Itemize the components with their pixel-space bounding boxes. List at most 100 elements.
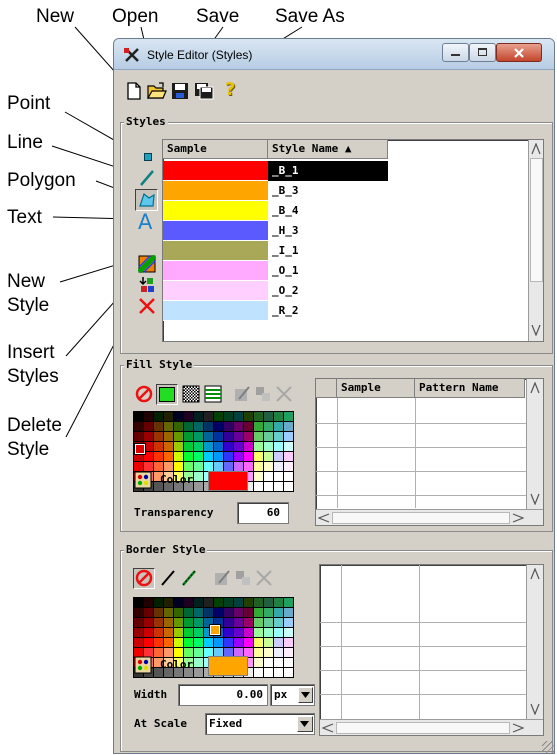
palette-color-cell[interactable] xyxy=(174,598,183,607)
line-style-icon[interactable] xyxy=(180,569,198,587)
line-icon[interactable] xyxy=(138,169,156,187)
fill-color-swatch[interactable] xyxy=(208,471,248,491)
palette-color-cell[interactable] xyxy=(174,442,183,451)
border-hscroll-thumb[interactable] xyxy=(336,722,510,734)
palette-color-cell[interactable] xyxy=(204,598,213,607)
at-scale-dropdown-button[interactable] xyxy=(297,716,313,732)
palette-color-cell[interactable] xyxy=(164,412,173,421)
palette-color-cell[interactable] xyxy=(234,412,243,421)
palette-color-cell[interactable] xyxy=(284,668,293,677)
styles-list[interactable]: Sample Style Name ▲ _B_1 _B_3 _B_4 _H_3 _I_1… xyxy=(162,139,544,342)
palette-color-cell[interactable] xyxy=(204,432,213,441)
palette-color-cell[interactable] xyxy=(134,462,143,471)
palette-color-cell[interactable] xyxy=(264,618,273,627)
palette-color-cell[interactable] xyxy=(134,432,143,441)
palette-color-cell[interactable] xyxy=(264,598,273,607)
pattern-header-sample[interactable]: Sample xyxy=(337,379,415,398)
palette-color-cell[interactable] xyxy=(244,452,253,461)
palette-color-cell[interactable] xyxy=(264,608,273,617)
palette-color-cell[interactable] xyxy=(274,482,283,491)
style-row[interactable]: _O_2 xyxy=(163,281,528,301)
palette-color-cell[interactable] xyxy=(254,608,263,617)
palette-color-cell[interactable] xyxy=(254,648,263,657)
fill-delete-icon[interactable] xyxy=(275,385,293,403)
palette-color-cell[interactable] xyxy=(284,658,293,667)
palette-color-cell[interactable] xyxy=(194,598,203,607)
column-header-style-name[interactable]: Style Name ▲ xyxy=(268,140,388,159)
palette-color-cell[interactable] xyxy=(214,442,223,451)
width-input[interactable]: 0.00 xyxy=(178,684,268,706)
minimize-button[interactable] xyxy=(442,43,469,62)
palette-color-cell[interactable] xyxy=(244,422,253,431)
palette-color-cell[interactable] xyxy=(264,432,273,441)
palette-color-cell[interactable] xyxy=(134,628,143,637)
scroll-right-arrow-icon[interactable] xyxy=(512,513,524,523)
resize-grip[interactable] xyxy=(542,741,554,753)
palette-color-cell[interactable] xyxy=(224,412,233,421)
palette-color-cell[interactable] xyxy=(204,422,213,431)
palette-color-cell[interactable] xyxy=(274,442,283,451)
palette-color-cell[interactable] xyxy=(284,442,293,451)
palette-color-cell[interactable] xyxy=(134,412,143,421)
save-disk-icon[interactable] xyxy=(171,82,189,100)
palette-color-cell[interactable] xyxy=(194,422,203,431)
palette-color-cell[interactable] xyxy=(194,648,203,657)
scroll-up-arrow-icon[interactable] xyxy=(530,568,540,580)
palette-color-cell[interactable] xyxy=(184,442,193,451)
palette-color-cell[interactable] xyxy=(264,482,273,491)
palette-color-cell[interactable] xyxy=(164,598,173,607)
palette-color-cell[interactable] xyxy=(194,618,203,627)
palette-color-cell[interactable] xyxy=(194,452,203,461)
palette-color-cell[interactable] xyxy=(204,452,213,461)
scroll-down-arrow-icon[interactable] xyxy=(530,493,540,505)
scroll-down-arrow-icon[interactable] xyxy=(531,324,541,336)
palette-color-cell[interactable] xyxy=(244,638,253,647)
palette-color-cell[interactable] xyxy=(234,442,243,451)
palette-color-cell[interactable] xyxy=(194,638,203,647)
save-as-icon[interactable] xyxy=(194,82,214,100)
palette-color-cell[interactable] xyxy=(284,608,293,617)
palette-color-cell[interactable] xyxy=(214,422,223,431)
palette-color-cell[interactable] xyxy=(194,658,203,667)
palette-color-cell[interactable] xyxy=(154,452,163,461)
palette-color-cell[interactable] xyxy=(194,608,203,617)
palette-color-cell[interactable] xyxy=(284,472,293,481)
palette-color-cell[interactable] xyxy=(214,462,223,471)
palette-color-cell[interactable] xyxy=(214,598,223,607)
palette-color-cell[interactable] xyxy=(134,598,143,607)
style-row[interactable]: _I_1 xyxy=(163,241,528,261)
palette-color-cell[interactable] xyxy=(264,628,273,637)
palette-color-cell[interactable] xyxy=(204,638,213,647)
palette-color-cell[interactable] xyxy=(174,618,183,627)
palette-color-cell[interactable] xyxy=(234,628,243,637)
palette-color-cell[interactable] xyxy=(194,628,203,637)
palette-color-cell[interactable] xyxy=(144,412,153,421)
palette-color-cell[interactable] xyxy=(254,462,263,471)
pattern-header-name[interactable]: Pattern Name xyxy=(415,379,525,398)
style-row[interactable]: _R_2 xyxy=(163,301,528,321)
palette-color-cell[interactable] xyxy=(174,638,183,647)
palette-color-cell[interactable] xyxy=(274,648,283,657)
palette-color-cell[interactable] xyxy=(254,638,263,647)
insert-styles-icon[interactable] xyxy=(138,276,156,294)
palette-color-cell[interactable] xyxy=(244,412,253,421)
palette-color-cell[interactable] xyxy=(234,462,243,471)
border-copy-icon[interactable] xyxy=(234,569,252,587)
palette-color-cell[interactable] xyxy=(214,608,223,617)
palette-color-cell[interactable] xyxy=(264,452,273,461)
palette-color-cell[interactable] xyxy=(224,638,233,647)
palette-color-cell[interactable] xyxy=(264,442,273,451)
palette-color-cell[interactable] xyxy=(244,598,253,607)
palette-color-cell[interactable] xyxy=(244,618,253,627)
palette-color-cell[interactable] xyxy=(154,638,163,647)
palette-color-cell[interactable] xyxy=(274,608,283,617)
palette-color-cell[interactable] xyxy=(284,648,293,657)
pattern-vertical-scrollbar[interactable] xyxy=(526,379,543,509)
palette-color-cell[interactable] xyxy=(274,412,283,421)
palette-color-cell[interactable] xyxy=(174,628,183,637)
palette-color-cell[interactable] xyxy=(154,442,163,451)
palette-color-cell[interactable] xyxy=(284,638,293,647)
palette-color-cell[interactable] xyxy=(154,432,163,441)
palette-color-cell[interactable] xyxy=(254,422,263,431)
palette-color-cell[interactable] xyxy=(264,638,273,647)
